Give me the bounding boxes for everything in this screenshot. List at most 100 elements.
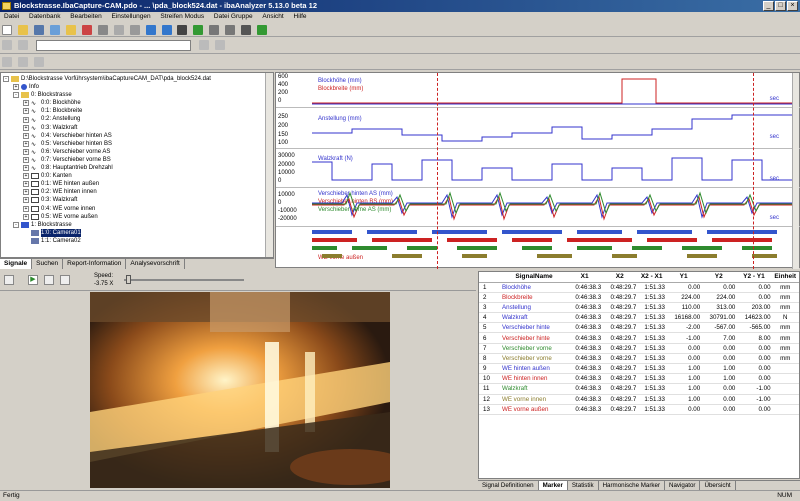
grid-icon[interactable] xyxy=(2,40,12,50)
zoom-out-icon[interactable] xyxy=(225,25,236,35)
menu-ansicht[interactable]: Ansicht xyxy=(262,13,283,20)
table-row[interactable]: 2 Blockbreite 0:46:38.3 0:48:29.7 1:51.33 224… xyxy=(479,292,799,303)
report-icon[interactable] xyxy=(81,25,92,35)
column-header[interactable]: Y2 - Y1 xyxy=(736,272,772,283)
tree-item[interactable]: 1:0: Camera01 xyxy=(3,228,273,237)
tab-statistik[interactable]: Statistik xyxy=(568,481,599,490)
redo-icon[interactable] xyxy=(161,25,172,35)
curve-icon[interactable] xyxy=(257,25,268,35)
menu-datei-gruppe[interactable]: Datei Gruppe xyxy=(214,13,253,20)
play-icon[interactable]: ▶ xyxy=(28,275,38,285)
graph-lane-4[interactable]: 10000 0 -10000 -20000 Verschieber hinten… xyxy=(276,189,800,227)
column-header[interactable]: X2 - X1 xyxy=(637,272,666,283)
table-row[interactable]: 5 Verschieber hinte 0:46:38.3 0:48:29.7 1:51… xyxy=(479,322,799,334)
undo-icon[interactable] xyxy=(145,25,156,35)
menu-streifen-modus[interactable]: Streifen Modus xyxy=(160,13,204,20)
tab-marker[interactable]: Marker xyxy=(538,481,568,490)
tab-signale[interactable]: Signale xyxy=(0,259,33,269)
tab-harmonische-marker[interactable]: Harmonische Marker xyxy=(599,481,665,490)
tree-item[interactable]: -1: Blockstrasse xyxy=(3,221,273,229)
table-row[interactable]: 3 Anstellung 0:46:38.3 0:48:29.7 1:51.33 110.… xyxy=(479,302,799,314)
column-header[interactable] xyxy=(479,272,501,283)
list-icon[interactable] xyxy=(17,40,28,50)
tab-report-information[interactable]: Report-Information xyxy=(63,259,127,269)
tree-item[interactable]: + ∿ 0:6: Verschieber vorne AS xyxy=(3,148,273,156)
tree-item[interactable]: +0:1: WE hinten außen xyxy=(3,180,273,188)
maximize-button[interactable]: □ xyxy=(775,1,786,11)
graph-scrollbar[interactable] xyxy=(792,73,799,269)
expand-icon[interactable] xyxy=(17,57,28,67)
tree-view-icon[interactable] xyxy=(2,57,12,67)
tree-item[interactable]: + ∿ 0:0: Blockhöhe xyxy=(3,99,273,107)
tree-item[interactable]: +0:4: WE vorne innen xyxy=(3,205,273,213)
tab-navigator[interactable]: Navigator xyxy=(665,481,701,490)
column-header[interactable]: X2 xyxy=(602,272,638,283)
table-row[interactable]: 12 WE vorne innen 0:46:38.3 0:48:29.7 1:51.3… xyxy=(479,394,799,405)
marker-icon[interactable] xyxy=(193,25,204,35)
tree-item[interactable]: +0:5: WE vorne außen xyxy=(3,213,273,221)
tree-item[interactable]: + ∿ 0:4: Verschieber hinten AS xyxy=(3,132,273,140)
tree-item[interactable]: +0:3: Walzkraft xyxy=(3,196,273,204)
tab-suchen[interactable]: Suchen xyxy=(32,259,64,269)
graph-lane-1[interactable]: 600 400 200 0 Blockhöhe (mm) Blockbreite… xyxy=(276,73,800,108)
tree-item[interactable]: +0:0: Kanten xyxy=(3,172,273,180)
tree-item[interactable]: + ∿ 0:1: Blockbreite xyxy=(3,107,273,115)
filter-icon[interactable] xyxy=(198,40,209,50)
tree-item[interactable]: + ∿ 0:5: Verschieber hinten BS xyxy=(3,140,273,148)
menu-bearbeiten[interactable]: Bearbeiten xyxy=(70,13,101,20)
column-header[interactable]: Y1 xyxy=(666,272,702,283)
tree-item[interactable]: + ∿ 0:2: Anstellung xyxy=(3,115,273,124)
table-row[interactable]: 8 Verschieber vorne 0:46:38.3 0:48:29.7 1:51… xyxy=(479,353,799,365)
save-icon[interactable] xyxy=(33,25,44,35)
stop-icon[interactable] xyxy=(60,275,70,285)
graph-panel[interactable]: 600 400 200 0 Blockhöhe (mm) Blockbreite… xyxy=(275,72,800,269)
speed-slider-handle[interactable] xyxy=(126,275,131,284)
table-row[interactable]: 13 WE vorne außen 0:46:38.3 0:48:29.7 1:51.3… xyxy=(479,404,799,415)
tab-analysevorschrift[interactable]: Analysevorschrift xyxy=(126,259,185,269)
copy-icon[interactable] xyxy=(113,25,124,35)
column-header[interactable]: SignalName xyxy=(501,272,567,283)
clock-icon[interactable] xyxy=(241,25,252,35)
graph-lane-2[interactable]: 250 200 150 100 Anstellung (mm) sec xyxy=(276,109,800,149)
column-header[interactable]: Y2 xyxy=(701,272,737,283)
rewind-icon[interactable] xyxy=(4,275,14,285)
minimize-button[interactable]: _ xyxy=(763,1,774,11)
tree-root[interactable]: - D:\Blockstrasse Vorführsystem\ibaCaptur… xyxy=(3,75,273,83)
tree-scrollbar[interactable] xyxy=(265,73,273,257)
cut-icon[interactable] xyxy=(97,25,108,35)
tab-signal-definitionen[interactable]: Signal Definitionen xyxy=(478,481,539,490)
tree-item[interactable]: +0:2: WE hinten innen xyxy=(3,188,273,196)
speed-slider[interactable] xyxy=(124,279,244,281)
menu-hilfe[interactable]: Hilfe xyxy=(294,13,307,20)
column-header[interactable]: Einheit xyxy=(771,272,799,283)
pause-icon[interactable] xyxy=(44,275,54,285)
collapse-icon[interactable] xyxy=(33,57,44,67)
menu-datei[interactable]: Datei xyxy=(4,13,19,20)
graph-lane-3[interactable]: 30000 20000 10000 0 Walzkraft (N) sec xyxy=(276,150,800,188)
paste-icon[interactable] xyxy=(129,25,140,35)
menu-einstellungen[interactable]: Einstellungen xyxy=(112,13,151,20)
new-file-icon[interactable] xyxy=(2,25,12,35)
tree-item[interactable]: + Info xyxy=(3,83,273,91)
camera-icon[interactable] xyxy=(177,25,188,35)
table-row[interactable]: 7 Verschieber vorne 0:46:38.3 0:48:29.7 1:51… xyxy=(479,343,799,354)
table-row[interactable]: 10 WE hinten innen 0:46:38.3 0:48:29.7 1:51.… xyxy=(479,373,799,385)
marker-x1[interactable] xyxy=(437,73,438,269)
settings-icon[interactable] xyxy=(214,40,225,50)
tree-item[interactable]: + ∿ 0:8: Hauptantrieb Drehzahl xyxy=(3,164,273,172)
menu-datenbank[interactable]: Datenbank xyxy=(29,13,60,20)
table-row[interactable]: 9 WE hinten außen 0:46:38.3 0:48:29.7 1:51.3… xyxy=(479,363,799,375)
print-icon[interactable] xyxy=(49,25,60,35)
column-header[interactable]: X1 xyxy=(567,272,603,283)
database-icon[interactable] xyxy=(65,25,76,35)
marker-x2[interactable] xyxy=(753,73,754,269)
tab-uebersicht[interactable]: Übersicht xyxy=(700,481,736,490)
open-folder-icon[interactable] xyxy=(17,25,28,35)
tree-item[interactable]: + ∿ 0:3: Walzkraft xyxy=(3,124,273,132)
close-button[interactable]: × xyxy=(787,1,798,11)
tree-item[interactable]: + ∿ 0:7: Verschieber vorne BS xyxy=(3,156,273,164)
zoom-in-icon[interactable] xyxy=(209,25,220,35)
table-row[interactable]: 6 Verschieber hinte 0:46:38.3 0:48:29.7 1:51… xyxy=(479,332,799,344)
table-row[interactable]: 11 Walzkraft 0:46:38.3 0:48:29.7 1:51.33 1.00… xyxy=(479,383,799,395)
table-row[interactable]: 4 Walzkraft 0:46:38.3 0:48:29.7 1:51.33 16168… xyxy=(479,312,799,324)
